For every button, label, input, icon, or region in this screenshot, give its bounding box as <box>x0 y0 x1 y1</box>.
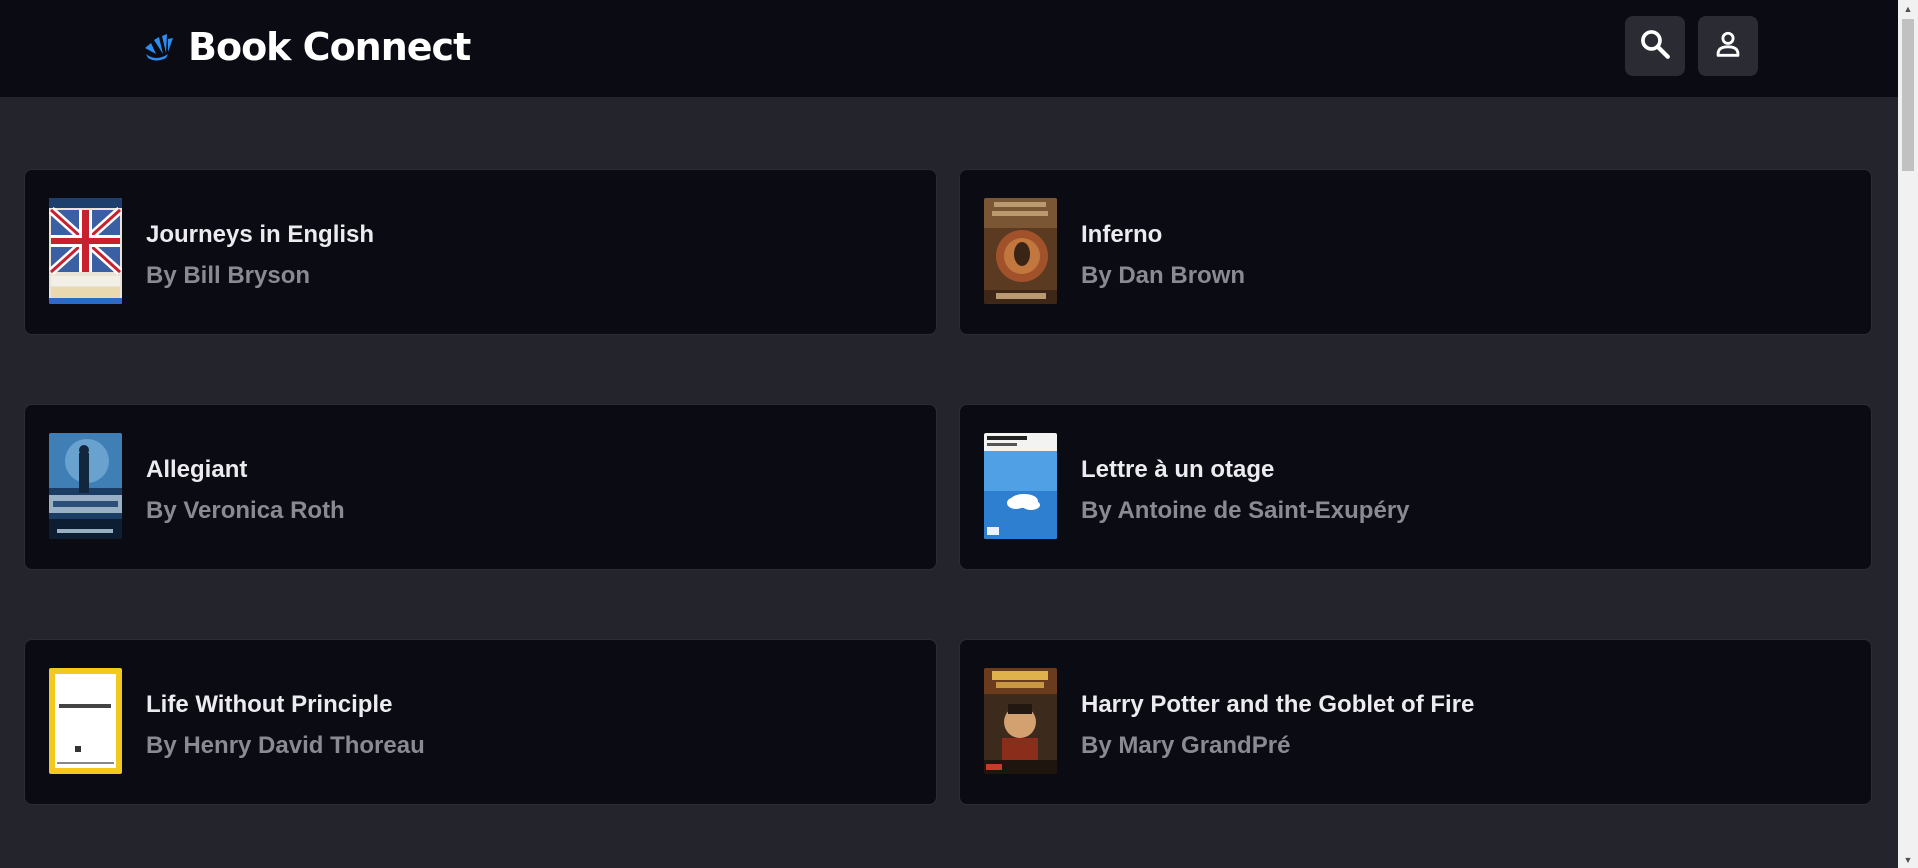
book-title: Lettre à un otage <box>1081 456 1275 483</box>
account-icon <box>1711 27 1745 66</box>
vertical-scrollbar[interactable]: ▲ ▼ <box>1898 0 1918 868</box>
scroll-down-arrow-icon[interactable]: ▼ <box>1898 851 1918 868</box>
search-icon <box>1638 27 1672 66</box>
book-cover-image <box>984 668 1057 774</box>
search-button[interactable] <box>1625 16 1685 76</box>
hand-wave-logo-icon <box>142 32 176 62</box>
app-root: Book Connect Journeys in English By Bill… <box>0 0 1898 868</box>
book-author: By Veronica Roth <box>146 497 345 524</box>
book-card[interactable]: Journeys in English By Bill Bryson <box>24 169 937 335</box>
book-card[interactable]: Lettre à un otage By Antoine de Saint-Ex… <box>959 404 1872 570</box>
book-card[interactable]: Life Without Principle By Henry David Th… <box>24 639 937 805</box>
book-cover-image <box>49 668 122 774</box>
book-title: Life Without Principle <box>146 691 393 718</box>
book-author: By Henry David Thoreau <box>146 732 425 759</box>
scroll-up-arrow-icon[interactable]: ▲ <box>1898 0 1918 17</box>
book-title: Harry Potter and the Goblet of Fire <box>1081 691 1475 718</box>
book-cover-image <box>984 198 1057 304</box>
book-card[interactable]: Harry Potter and the Goblet of Fire By M… <box>959 639 1872 805</box>
book-author: By Mary GrandPré <box>1081 732 1291 759</box>
top-header: Book Connect <box>0 0 1898 97</box>
book-title: Journeys in English <box>146 221 375 248</box>
book-cover-image <box>49 198 122 304</box>
account-button[interactable] <box>1698 16 1758 76</box>
book-author: By Bill Bryson <box>146 262 311 289</box>
book-cover-image <box>49 433 122 539</box>
book-cover-image <box>984 433 1057 539</box>
app-title: Book Connect <box>188 25 471 69</box>
book-card[interactable]: Allegiant By Veronica Roth <box>24 404 937 570</box>
brand[interactable]: Book Connect <box>142 24 471 70</box>
book-author: By Antoine de Saint-Exupéry <box>1081 497 1410 524</box>
scrollbar-thumb[interactable] <box>1902 19 1914 171</box>
book-title: Allegiant <box>146 456 248 483</box>
book-author: By Dan Brown <box>1081 262 1246 289</box>
book-card[interactable]: Inferno By Dan Brown <box>959 169 1872 335</box>
book-title: Inferno <box>1081 221 1163 248</box>
